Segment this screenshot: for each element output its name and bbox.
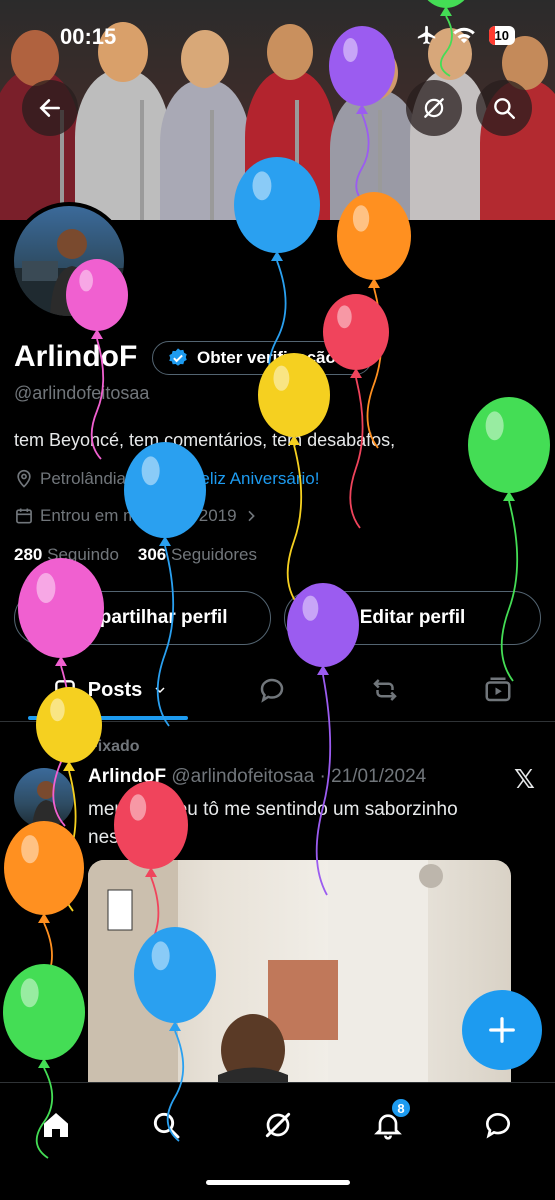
profile-handle: @arlindofeitosaa xyxy=(14,383,150,403)
edit-profile-button[interactable]: Editar perfil xyxy=(284,591,541,645)
post-author[interactable]: ArlindoF xyxy=(88,766,166,787)
verified-badge-icon xyxy=(169,348,187,366)
repost-icon xyxy=(373,679,397,701)
following-count: 280 xyxy=(14,545,43,564)
balloon xyxy=(323,294,389,529)
followers-count: 306 xyxy=(137,545,167,564)
banner-mic-stand xyxy=(210,110,214,220)
followers-label: Seguidores xyxy=(170,545,257,564)
profile-tabs: Posts xyxy=(0,660,555,722)
profile-meta-row: Petrolândia Feliz Aniversário! xyxy=(14,469,319,489)
media-icon xyxy=(485,677,511,702)
notification-badge: 8 xyxy=(390,1097,412,1119)
tab-media[interactable] xyxy=(470,660,526,720)
following-label: Seguindo xyxy=(47,545,119,564)
banner-figure xyxy=(75,22,170,220)
avatar-portrait xyxy=(14,229,124,316)
profile-joined-row[interactable]: Entrou em março de 2019 xyxy=(14,506,259,526)
share-profile-button[interactable]: Compartilhar perfil xyxy=(14,591,271,645)
banner-figure xyxy=(245,24,335,220)
status-icons: 10 xyxy=(415,24,515,46)
posts-icon xyxy=(54,680,75,700)
search-icon xyxy=(153,1112,180,1139)
chat-bubble-icon xyxy=(486,1113,510,1139)
post-image[interactable] xyxy=(88,860,511,1100)
wifi-icon xyxy=(452,27,475,44)
get-verified-button[interactable]: Obter verificação xyxy=(152,341,372,375)
plus-icon xyxy=(489,1017,515,1043)
profile-avatar[interactable] xyxy=(10,202,128,320)
post-avatar[interactable] xyxy=(14,768,74,828)
pinned-label: Fixado xyxy=(88,738,140,755)
x-logo-icon: 𝕏 xyxy=(514,764,535,794)
tab-replies[interactable] xyxy=(244,660,300,720)
profile-joined-date: Entrou em março de 2019 xyxy=(40,506,237,525)
chevron-down-icon xyxy=(155,687,165,694)
nav-grok[interactable] xyxy=(250,1097,306,1153)
balloon xyxy=(337,192,411,449)
birthday-link[interactable]: Feliz Aniversário! xyxy=(190,469,319,489)
followers-link[interactable]: 306 Seguidores xyxy=(138,545,257,564)
post-image-photo xyxy=(88,860,443,1100)
share-profile-label: Compartilhar perfil xyxy=(57,607,228,628)
search-icon xyxy=(494,98,515,119)
get-verified-label: Obter verificação xyxy=(197,348,336,367)
tab-reposts[interactable] xyxy=(357,660,413,720)
battery-indicator: 10 xyxy=(488,25,515,45)
search-button[interactable] xyxy=(476,80,532,136)
profile-location: Petrolândia xyxy=(40,469,127,488)
home-icon xyxy=(44,1113,68,1137)
airplane-icon xyxy=(417,25,435,45)
profile-name: ArlindoF xyxy=(14,340,138,373)
tab-active-indicator xyxy=(28,716,188,720)
balloon xyxy=(4,821,84,1024)
post-handle-date: @arlindofeitosaa · 21/01/2024 xyxy=(171,766,427,787)
nav-messages[interactable] xyxy=(470,1097,526,1153)
banner-mic-stand xyxy=(378,110,382,220)
post-header: ArlindoF @arlindofeitosaa · 21/01/2024 xyxy=(88,766,426,788)
banner-figure xyxy=(160,30,250,220)
status-time: 00:15 xyxy=(60,24,117,49)
home-indicator xyxy=(206,1180,350,1185)
tab-posts[interactable]: Posts xyxy=(40,660,180,720)
grok-icon xyxy=(265,1112,291,1138)
location-icon xyxy=(17,469,31,488)
banner-mic-stand xyxy=(140,100,144,220)
back-button[interactable] xyxy=(22,80,78,136)
follow-stats: 280 Seguindo 306 Seguidores xyxy=(14,545,257,565)
post-avatar-portrait xyxy=(32,781,62,828)
status-bar: 00:15 10 xyxy=(0,0,555,70)
compose-button[interactable] xyxy=(462,990,542,1070)
reply-icon xyxy=(260,678,284,703)
profile-bio: tem Beyoncé, tem comentários, tem desaba… xyxy=(14,430,396,450)
tab-posts-label: Posts xyxy=(87,678,143,701)
arrow-left-icon xyxy=(39,99,60,117)
edit-profile-label: Editar perfil xyxy=(359,607,466,628)
balloon-icon xyxy=(168,469,180,488)
nav-search[interactable] xyxy=(138,1097,194,1153)
grok-icon xyxy=(424,98,444,118)
nav-notifications[interactable]: 8 xyxy=(360,1097,416,1153)
post-text: meu deus eu tô me sentindo um saborzinho… xyxy=(88,799,458,848)
chevron-right-icon xyxy=(247,510,255,522)
following-link[interactable]: 280 Seguindo xyxy=(14,545,119,564)
battery-level: 10 xyxy=(494,27,509,43)
calendar-icon xyxy=(16,508,32,524)
banner-mic-stand xyxy=(295,100,299,220)
grok-button[interactable] xyxy=(406,80,462,136)
nav-home[interactable] xyxy=(28,1097,84,1153)
